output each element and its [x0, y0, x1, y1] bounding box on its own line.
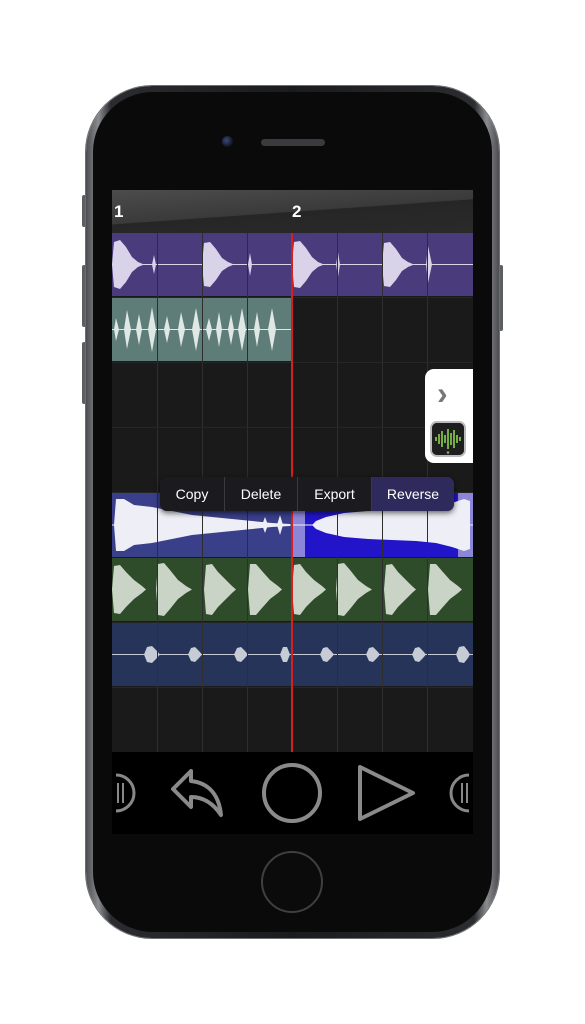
timeline-ruler[interactable]: 1 2 — [112, 190, 473, 233]
left-scroll-handle-icon[interactable] — [112, 771, 136, 815]
copy-button[interactable]: Copy — [160, 477, 225, 511]
audio-waveform-app-icon[interactable] — [430, 421, 466, 457]
bar-number-1: 1 — [114, 202, 124, 221]
play-icon[interactable] — [355, 761, 419, 825]
reverse-button[interactable]: Reverse — [372, 477, 454, 511]
context-menu: Copy Delete Export Reverse — [160, 477, 454, 511]
app-screen: 1 2 — [112, 190, 473, 834]
export-button[interactable]: Export — [298, 477, 372, 511]
earpiece-speaker — [261, 139, 325, 146]
side-panel: › — [425, 369, 473, 463]
record-icon[interactable] — [261, 762, 323, 824]
power-button — [499, 265, 503, 331]
transport-bar — [112, 752, 473, 834]
right-scroll-handle-icon[interactable] — [449, 771, 473, 815]
delete-button[interactable]: Delete — [225, 477, 298, 511]
expand-chevron-icon[interactable]: › — [437, 375, 448, 412]
undo-icon[interactable] — [167, 765, 229, 821]
front-camera — [222, 136, 233, 147]
bar-number-2: 2 — [292, 202, 302, 221]
home-button[interactable] — [261, 851, 323, 913]
